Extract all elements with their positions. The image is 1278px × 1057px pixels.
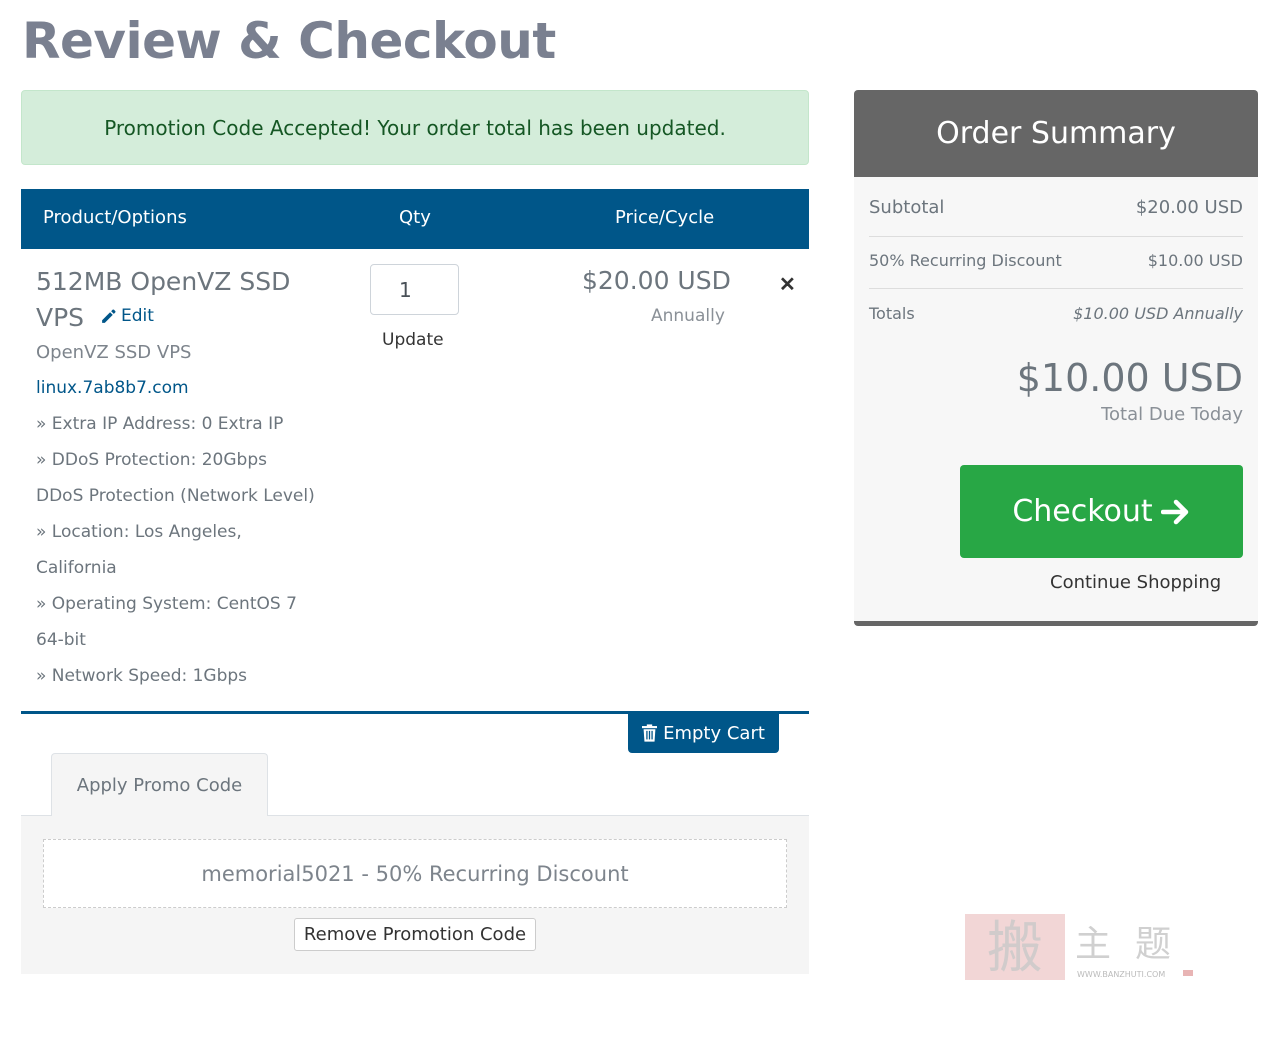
totals-value: $10.00 USD Annually — [1073, 304, 1243, 323]
subtotal-label: Subtotal — [869, 197, 945, 218]
edit-product-link[interactable]: Edit — [100, 306, 154, 326]
order-summary-title: Order Summary — [854, 90, 1258, 177]
product-domain: linux.7ab8b7.com — [36, 378, 189, 398]
update-qty-button[interactable]: Update — [382, 330, 444, 350]
total-due-label: Total Due Today — [1101, 404, 1243, 425]
item-price: $20.00 USD — [582, 266, 731, 295]
remove-promo-button[interactable]: Remove Promotion Code — [294, 918, 536, 951]
banzhuti-watermark: 搬 主 题 WWW.BANZHUTI.COM — [965, 912, 1195, 982]
subtotal-value: $20.00 USD — [1135, 197, 1243, 218]
header-price: Price/Cycle — [615, 207, 715, 228]
trash-icon — [642, 724, 658, 742]
checkout-label: Checkout — [1012, 494, 1153, 529]
quantity-input[interactable] — [370, 264, 459, 315]
option-line: 64-bit — [36, 630, 86, 650]
applied-promo-code: memorial5021 - 50% Recurring Discount — [43, 839, 787, 908]
tab-apply-promo[interactable]: Apply Promo Code — [51, 753, 268, 816]
continue-shopping-link[interactable]: Continue Shopping — [1050, 572, 1221, 593]
alert-message: Promotion Code Accepted! Your order tota… — [104, 115, 726, 140]
promo-tab-label: Apply Promo Code — [76, 774, 243, 796]
svg-text:主: 主 — [1075, 924, 1111, 965]
option-line: » Location: Los Angeles, — [36, 522, 242, 542]
product-name-line2: VPS — [36, 303, 85, 332]
discount-value: $10.00 USD — [1147, 251, 1243, 270]
edit-label: Edit — [121, 306, 154, 326]
option-line: » Operating System: CentOS 7 — [36, 594, 297, 614]
empty-cart-button[interactable]: Empty Cart — [628, 713, 779, 753]
option-line: California — [36, 558, 117, 578]
order-summary: Order Summary Subtotal $20.00 USD 50% Re… — [854, 90, 1258, 626]
totals-row: Totals $10.00 USD Annually — [869, 304, 1243, 334]
svg-text:WWW.BANZHUTI.COM: WWW.BANZHUTI.COM — [1077, 970, 1165, 979]
remove-item-icon[interactable]: ✕ — [779, 272, 796, 297]
empty-cart-label: Empty Cart — [663, 722, 765, 744]
product-group: OpenVZ SSD VPS — [36, 342, 192, 363]
arrow-right-icon — [1160, 499, 1188, 524]
pencil-icon — [102, 308, 116, 323]
product-name-line1: 512MB OpenVZ SSD — [36, 267, 291, 296]
header-qty: Qty — [399, 207, 431, 228]
option-line: DDoS Protection (Network Level) — [36, 486, 315, 506]
option-line: » DDoS Protection: 20Gbps — [36, 450, 267, 470]
item-cycle: Annually — [651, 306, 725, 326]
subtotal-row: Subtotal $20.00 USD — [869, 197, 1243, 237]
option-line: » Network Speed: 1Gbps — [36, 666, 248, 686]
promo-success-alert: Promotion Code Accepted! Your order tota… — [21, 90, 809, 165]
option-line: » Extra IP Address: 0 Extra IP — [36, 414, 284, 434]
svg-text:题: 题 — [1135, 924, 1171, 965]
cart-table-header: Product/Options Qty Price/Cycle — [21, 189, 809, 249]
page-title: Review & Checkout — [22, 12, 556, 70]
product-name: 512MB OpenVZ SSD VPS — [36, 264, 336, 336]
total-due-amount: $10.00 USD — [1016, 356, 1243, 400]
checkout-button[interactable]: Checkout — [960, 465, 1243, 558]
applied-promo-text: memorial5021 - 50% Recurring Discount — [201, 861, 629, 886]
totals-label: Totals — [869, 304, 915, 323]
header-product: Product/Options — [43, 207, 187, 228]
discount-label: 50% Recurring Discount — [869, 251, 1062, 270]
discount-row: 50% Recurring Discount $10.00 USD — [869, 251, 1243, 289]
svg-text:搬: 搬 — [987, 916, 1043, 981]
